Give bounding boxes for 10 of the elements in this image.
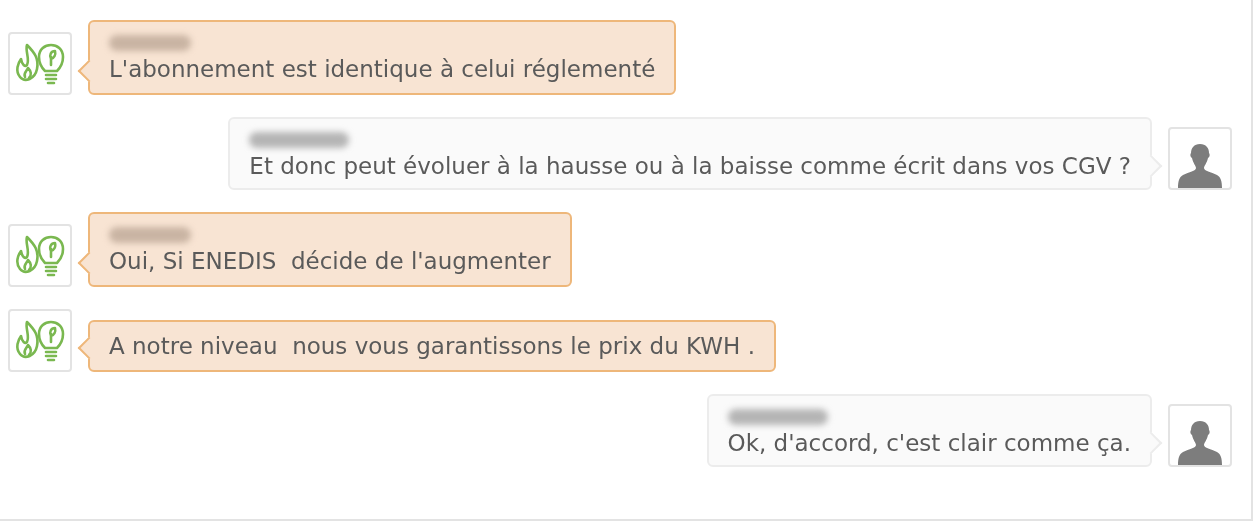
- message-text: Et donc peut évoluer à la hausse ou à la baisse comme écrit dans vos CGV ?: [249, 152, 1131, 180]
- message-text: Oui, Si ENEDIS décide de l'augmenter: [109, 247, 551, 275]
- message-text: L'abonnement est identique à celui réglementé: [109, 55, 656, 83]
- flame-bulb-icon: [15, 319, 65, 362]
- person-silhouette-icon: [1175, 419, 1225, 465]
- flame-bulb-icon: [15, 42, 65, 85]
- message-text: Ok, d'accord, c'est clair comme ça.: [727, 429, 1131, 457]
- person-silhouette-icon: [1175, 142, 1225, 188]
- message-text: A notre niveau nous vous garantissons le prix du KWH .: [109, 332, 755, 360]
- flame-bulb-icon: [15, 234, 65, 277]
